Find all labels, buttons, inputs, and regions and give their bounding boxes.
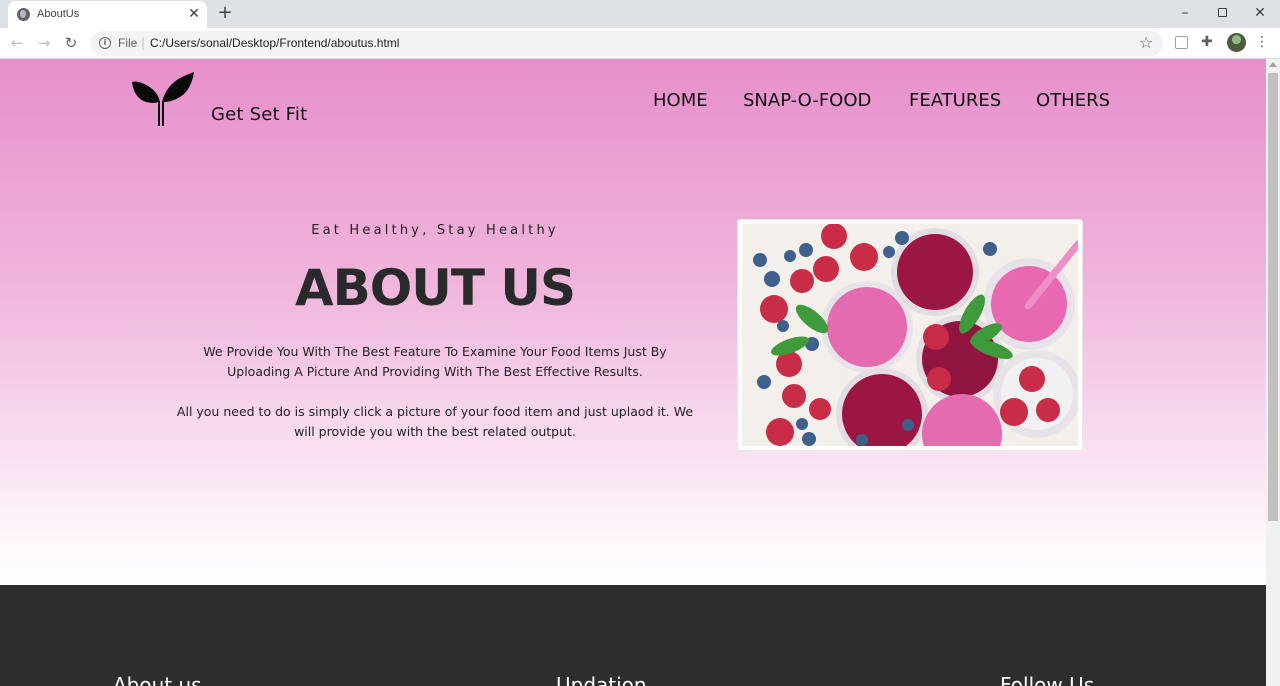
brand-name[interactable]: Get Set Fit — [211, 104, 307, 125]
browser-toolbar: ← → ↻ i File | C:/Users/sonal/Desktop/Fr… — [0, 28, 1280, 59]
browser-tab[interactable]: AboutUs ✕ — [8, 1, 207, 28]
url-separator: | — [141, 36, 146, 50]
extension-icon[interactable] — [1175, 36, 1188, 49]
minimize-icon[interactable]: – — [1173, 3, 1197, 23]
maximize-icon[interactable] — [1210, 3, 1234, 23]
close-window-icon[interactable]: ✕ — [1248, 3, 1272, 23]
tab-title: AboutUs — [37, 8, 80, 20]
nav-snap-o-food[interactable]: SNAP-O-FOOD — [743, 90, 871, 111]
address-bar[interactable]: i File | C:/Users/sonal/Desktop/Frontend… — [90, 31, 1163, 56]
bookmark-star-icon[interactable]: ☆ — [1139, 33, 1153, 52]
back-arrow-icon[interactable]: ← — [7, 33, 27, 53]
profile-avatar[interactable] — [1227, 33, 1246, 52]
page-viewport: Get Set Fit HOME SNAP-O-FOOD FEATURES OT… — [0, 59, 1266, 686]
scrollbar-thumb[interactable] — [1268, 73, 1278, 521]
tagline: Eat Healthy, Stay Healthy — [311, 223, 559, 238]
file-label: File — [118, 36, 138, 50]
footer-heading-follow: Follow Us — [1000, 673, 1095, 686]
reload-icon[interactable]: ↻ — [61, 33, 81, 53]
url-text[interactable]: C:/Users/sonal/Desktop/Frontend/aboutus.… — [150, 36, 399, 50]
smoothie-photo — [742, 224, 1078, 446]
vertical-scrollbar[interactable] — [1266, 59, 1280, 686]
globe-icon — [17, 8, 30, 21]
about-description-1: We Provide You With The Best Feature To … — [203, 344, 667, 379]
sprout-logo-icon[interactable] — [132, 72, 196, 128]
nav-home[interactable]: HOME — [653, 90, 708, 111]
hero-section: Get Set Fit HOME SNAP-O-FOOD FEATURES OT… — [0, 59, 1266, 585]
scroll-up-arrow-icon[interactable] — [1269, 62, 1277, 67]
page-title: ABOUT US — [294, 259, 576, 317]
puzzle-extensions-icon[interactable]: ✚ — [1201, 34, 1213, 50]
new-tab-icon[interactable]: + — [216, 4, 234, 22]
info-icon[interactable]: i — [99, 37, 111, 49]
nav-others[interactable]: OTHERS — [1036, 90, 1110, 111]
about-description-2: All you need to do is simply click a pic… — [176, 404, 694, 439]
nav-features[interactable]: FEATURES — [909, 90, 1001, 111]
forward-arrow-icon[interactable]: → — [34, 33, 54, 53]
smoothie-photo-frame — [737, 219, 1083, 451]
footer-heading-updation: Updation — [556, 673, 647, 686]
menu-dots-icon[interactable]: ⋮ — [1255, 34, 1269, 50]
tab-close-icon[interactable]: ✕ — [186, 6, 202, 22]
browser-tab-strip: AboutUs ✕ + – ✕ — [0, 0, 1280, 28]
footer: About us Updation Follow Us — [0, 585, 1266, 686]
footer-heading-about: About us — [113, 673, 202, 686]
